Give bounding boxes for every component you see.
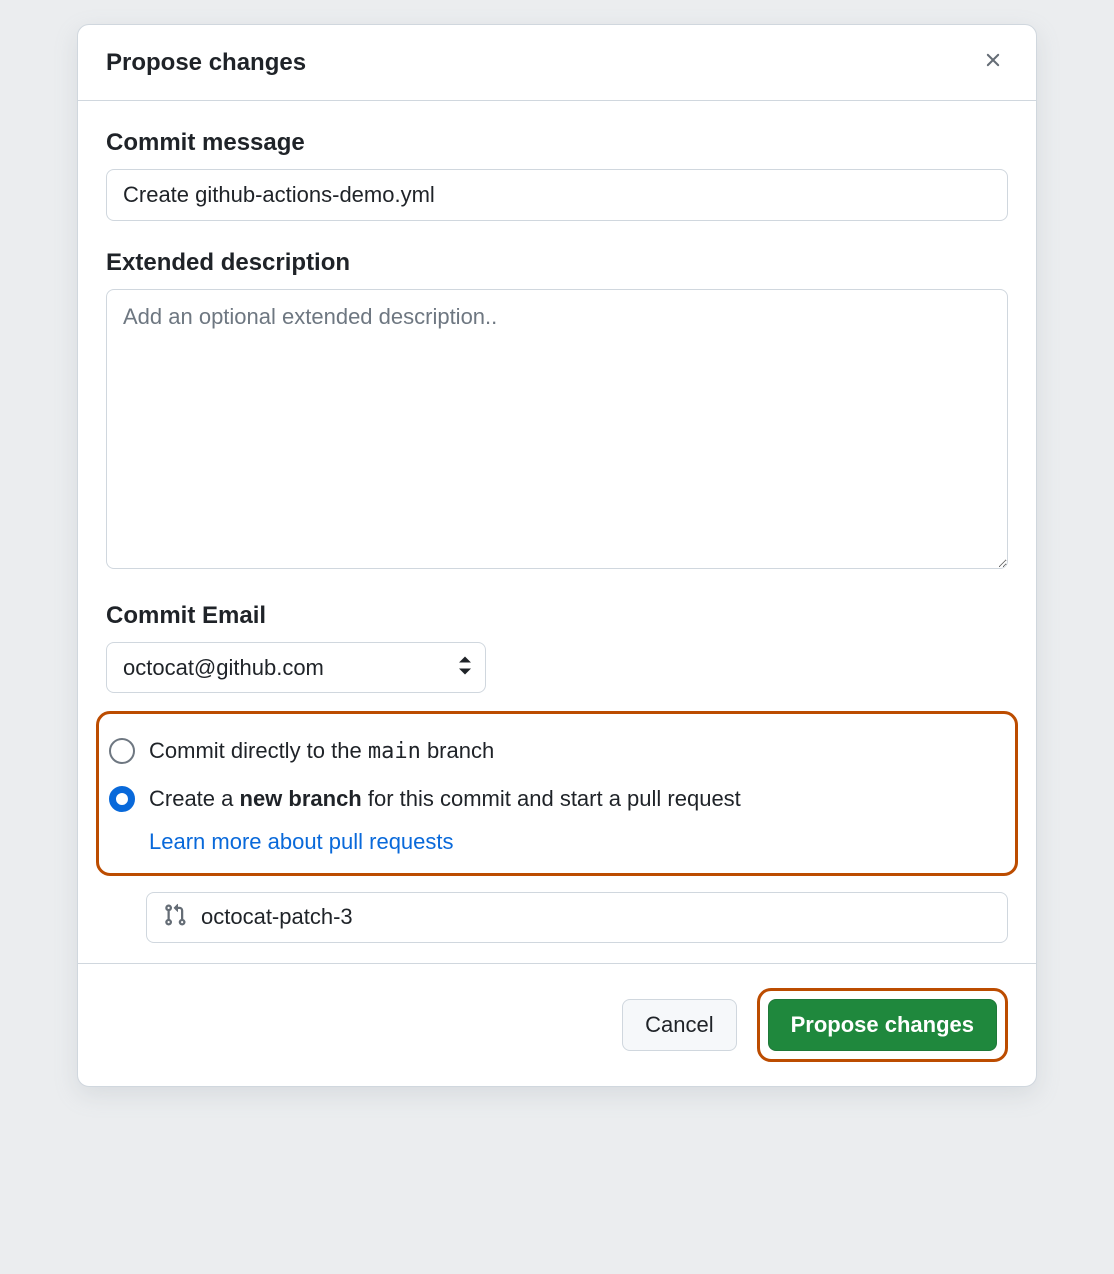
dialog-header: Propose changes — [78, 25, 1036, 101]
extended-description-textarea[interactable] — [106, 289, 1008, 569]
extended-description-group: Extended description — [106, 249, 1008, 574]
git-pull-request-icon — [163, 903, 187, 932]
radio-unchecked-icon[interactable] — [109, 738, 135, 764]
commit-email-label: Commit Email — [106, 602, 1008, 630]
direct-suffix-text: branch — [421, 738, 494, 763]
dialog-title: Propose changes — [106, 49, 306, 77]
commit-direct-option[interactable]: Commit directly to the main branch — [109, 728, 1005, 776]
branch-name-input[interactable] — [199, 903, 991, 931]
direct-prefix-text: Commit directly to the — [149, 738, 368, 763]
learn-more-link[interactable]: Learn more about pull requests — [149, 829, 454, 855]
propose-changes-dialog: Propose changes Commit message Extended … — [77, 24, 1037, 1087]
extended-description-label: Extended description — [106, 249, 1008, 277]
propose-changes-button[interactable]: Propose changes — [768, 999, 997, 1051]
commit-email-select-wrap: octocat@github.com — [106, 642, 486, 693]
dialog-body: Commit message Extended description Comm… — [78, 101, 1036, 963]
direct-branch-name: main — [368, 739, 421, 764]
create-suffix-text: for this commit and start a pull request — [362, 786, 741, 811]
create-branch-option[interactable]: Create a new branch for this commit and … — [109, 776, 1005, 823]
submit-button-highlight: Propose changes — [757, 988, 1008, 1062]
commit-direct-label: Commit directly to the main branch — [149, 736, 494, 768]
commit-message-group: Commit message — [106, 129, 1008, 221]
create-prefix-text: Create a — [149, 786, 240, 811]
commit-email-select[interactable]: octocat@github.com — [106, 642, 486, 693]
close-icon — [982, 49, 1004, 71]
branch-choice-highlight: Commit directly to the main branch Creat… — [96, 711, 1018, 876]
create-branch-label: Create a new branch for this commit and … — [149, 784, 741, 815]
dialog-footer: Cancel Propose changes — [78, 963, 1036, 1086]
commit-email-group: Commit Email octocat@github.com — [106, 602, 1008, 693]
commit-message-input[interactable] — [106, 169, 1008, 221]
branch-name-input-wrap — [146, 892, 1008, 943]
cancel-button[interactable]: Cancel — [622, 999, 736, 1051]
close-button[interactable] — [978, 45, 1008, 80]
create-bold-text: new branch — [240, 786, 362, 811]
radio-checked-icon[interactable] — [109, 786, 135, 812]
commit-message-label: Commit message — [106, 129, 1008, 157]
